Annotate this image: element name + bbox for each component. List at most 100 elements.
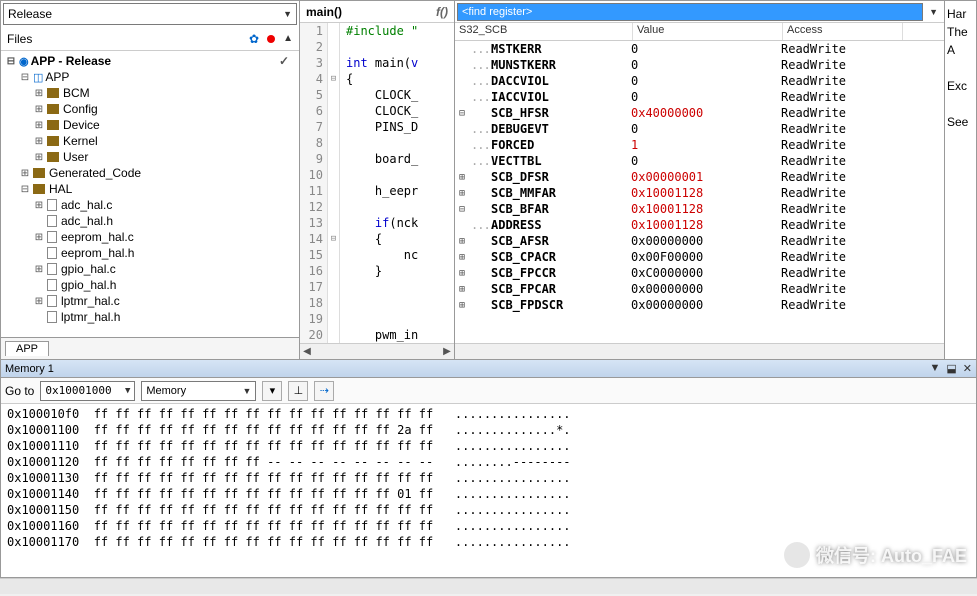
tree-item[interactable]: ⊞Device	[5, 117, 295, 133]
tree-item[interactable]: ⊟◫APP	[5, 69, 295, 85]
expand-icon[interactable]: ⊞	[19, 168, 31, 179]
tree-item[interactable]: ⊞ eeprom_hal.c	[5, 229, 295, 245]
tree-item[interactable]: adc_hal.h	[5, 213, 295, 229]
memory-tool-button-2[interactable]: ⊥	[288, 381, 308, 401]
tree-item[interactable]: ⊞User	[5, 149, 295, 165]
scroll-left-icon[interactable]: ◀	[300, 346, 314, 357]
register-row[interactable]: ⊞SCB_FPCCR0xC0000000ReadWrite	[455, 265, 944, 281]
cube-icon: ◫	[33, 71, 43, 84]
col-value-header[interactable]: Value	[633, 23, 783, 40]
register-value: 0x10001128	[631, 186, 781, 200]
register-row[interactable]: ....IACCVIOL0ReadWrite	[455, 89, 944, 105]
expand-icon[interactable]: ⊞	[33, 200, 45, 211]
find-register-input[interactable]: <find register>	[457, 3, 923, 21]
register-row[interactable]: ....FORCED1ReadWrite	[455, 137, 944, 153]
goto-label: Go to	[5, 384, 34, 398]
col-access-header[interactable]: Access	[783, 23, 903, 40]
register-row[interactable]: ⊟SCB_HFSR0x40000000ReadWrite	[455, 105, 944, 121]
expand-icon[interactable]: ⊞	[33, 232, 45, 243]
fold-column[interactable]: ⊟ ⊟	[328, 23, 340, 343]
tree-item[interactable]: gpio_hal.h	[5, 277, 295, 293]
expand-icon[interactable]: ⊟	[455, 204, 469, 215]
tree-item[interactable]: ⊞BCM	[5, 85, 295, 101]
tree-root[interactable]: ⊟ ◉ APP - Release ✓	[5, 53, 295, 69]
memory-title-bar[interactable]: Memory 1 ▼ ⬓ ✕	[1, 360, 976, 378]
tree-item[interactable]: ⊞ Config	[5, 101, 295, 117]
tree-item[interactable]: ⊞gpio_hal.c	[5, 261, 295, 277]
register-row[interactable]: ⊞SCB_DFSR0x00000001ReadWrite	[455, 169, 944, 185]
memory-view-combo[interactable]: Memory ▼	[141, 381, 256, 401]
register-row[interactable]: ⊞SCB_FPDSCR0x00000000ReadWrite	[455, 297, 944, 313]
register-row[interactable]: ....DACCVIOL0ReadWrite	[455, 73, 944, 89]
files-tab-bar: APP	[1, 337, 299, 359]
tree-item[interactable]: ⊞Generated_Code	[5, 165, 295, 181]
register-value: 0	[631, 90, 781, 104]
record-icon[interactable]	[267, 35, 275, 43]
expand-icon[interactable]: ⊞	[33, 152, 45, 163]
bottom-scrollbar[interactable]	[0, 578, 977, 594]
register-row[interactable]: ....MSTKERR0ReadWrite	[455, 41, 944, 57]
scroll-right-icon[interactable]: ▶	[440, 346, 454, 357]
expand-icon[interactable]: ⊞	[455, 284, 469, 295]
expand-icon[interactable]: ⊞	[33, 136, 45, 147]
file-tree[interactable]: ⊟ ◉ APP - Release ✓ ⊟◫APP⊞BCM⊞Config⊞Dev…	[1, 51, 299, 337]
expand-icon[interactable]: ⊞	[33, 264, 45, 275]
expand-icon[interactable]: ⊞	[33, 120, 45, 131]
code-hscroll[interactable]: ◀ ▶	[300, 343, 454, 359]
code-lines[interactable]: #include " int main(v { CLOCK_ CLOCK_ PI…	[340, 23, 454, 343]
tree-item[interactable]: lptmr_hal.h	[5, 309, 295, 325]
expand-icon[interactable]: ⊞	[455, 252, 469, 263]
tree-dots: ....	[469, 58, 491, 72]
expand-icon[interactable]: ⊞	[455, 236, 469, 247]
expand-icon[interactable]: ⊞	[455, 188, 469, 199]
expand-icon[interactable]: ⊞	[33, 104, 45, 115]
register-row[interactable]: ⊞SCB_MMFAR0x10001128ReadWrite	[455, 185, 944, 201]
register-row[interactable]: ⊞SCB_CPACR0x00F00000ReadWrite	[455, 249, 944, 265]
tree-item-label: Config	[63, 102, 98, 116]
register-access: ReadWrite	[781, 170, 846, 184]
dropdown-icon[interactable]: ▼	[929, 362, 940, 375]
memory-tool-button-1[interactable]: ▾	[262, 381, 282, 401]
memory-body[interactable]: 0x100010f0 ff ff ff ff ff ff ff ff ff ff…	[1, 404, 976, 577]
expand-icon[interactable]: ⊟	[455, 108, 469, 119]
register-body[interactable]: ....MSTKERR0ReadWrite....MUNSTKERR0ReadW…	[455, 41, 944, 343]
register-row[interactable]: ⊞SCB_FPCAR0x00000000ReadWrite	[455, 281, 944, 297]
tree-item[interactable]: ⊞adc_hal.c	[5, 197, 295, 213]
register-hscroll[interactable]	[455, 343, 944, 359]
release-combo[interactable]: Release ▼	[3, 3, 297, 25]
col-name-header[interactable]: S32_SCB	[455, 23, 633, 40]
register-row[interactable]: ⊞SCB_AFSR0x00000000ReadWrite	[455, 233, 944, 249]
tree-item[interactable]: eeprom_hal.h	[5, 245, 295, 261]
register-row[interactable]: ⊟SCB_BFAR0x10001128ReadWrite	[455, 201, 944, 217]
expand-icon[interactable]: ⊞	[455, 268, 469, 279]
expand-icon[interactable]: ⊞	[455, 172, 469, 183]
gear-icon[interactable]: ✿	[249, 32, 259, 46]
tree-item-label: HAL	[49, 182, 72, 196]
file-icon	[47, 263, 57, 275]
chevron-down-icon[interactable]: ▼	[925, 7, 942, 17]
tree-item[interactable]: ⊞Kernel	[5, 133, 295, 149]
expand-icon[interactable]: ⊟	[19, 184, 31, 195]
register-row[interactable]: ....MUNSTKERR0ReadWrite	[455, 57, 944, 73]
expand-icon[interactable]: ⊞	[455, 300, 469, 311]
register-row[interactable]: ....ADDRESS0x10001128ReadWrite	[455, 217, 944, 233]
register-name: SCB_AFSR	[491, 234, 631, 248]
line-gutter: 1234567891011121314151617181920	[300, 23, 328, 343]
tree-item-label: eeprom_hal.c	[61, 230, 134, 244]
tree-item[interactable]: ⊟ HAL	[5, 181, 295, 197]
memory-address-input[interactable]: 0x10001000 ▼	[40, 381, 135, 401]
code-body[interactable]: 1234567891011121314151617181920 ⊟ ⊟ #inc…	[300, 23, 454, 343]
expand-icon[interactable]: ⊟	[5, 56, 17, 67]
tree-item[interactable]: ⊞lptmr_hal.c	[5, 293, 295, 309]
pin-icon[interactable]: ⬓	[946, 362, 956, 375]
expand-icon[interactable]: ⊞	[33, 296, 45, 307]
function-icon[interactable]: f()	[436, 5, 448, 19]
register-row[interactable]: ....DEBUGEVT0ReadWrite	[455, 121, 944, 137]
expand-icon[interactable]: ⊞	[33, 88, 45, 99]
register-row[interactable]: ....VECTTBL0ReadWrite	[455, 153, 944, 169]
close-icon[interactable]: ✕	[963, 362, 972, 375]
files-tab[interactable]: APP	[5, 341, 49, 356]
expand-icon[interactable]: ⊟	[19, 72, 31, 83]
memory-tool-button-3[interactable]: ⇢	[314, 381, 334, 401]
arrow-up-icon[interactable]: ▲	[283, 33, 293, 44]
